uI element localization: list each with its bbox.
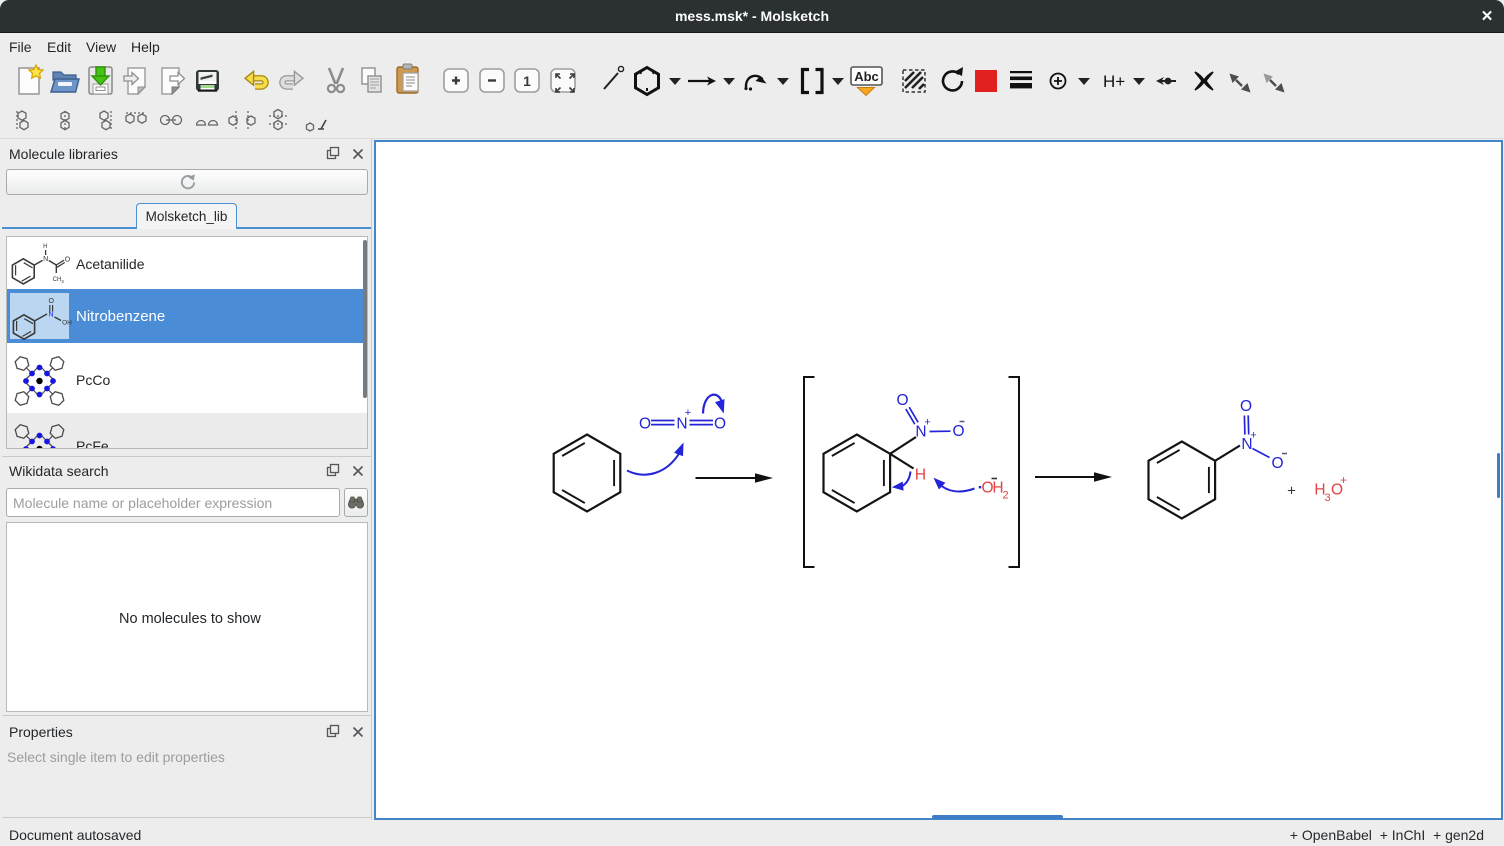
svg-text:O: O — [48, 298, 54, 305]
svg-text:Abc: Abc — [854, 69, 879, 84]
svg-text:O: O — [65, 257, 71, 264]
svg-text:+: + — [1287, 483, 1296, 500]
svg-text:3: 3 — [61, 279, 64, 284]
svg-text:N: N — [43, 256, 48, 263]
svg-text:O: O — [714, 416, 726, 433]
svg-text:N: N — [48, 312, 53, 319]
svg-text:OH: OH — [62, 320, 72, 327]
svg-text:H: H — [915, 467, 926, 484]
svg-text:CH: CH — [53, 277, 62, 283]
svg-text:H: H — [43, 244, 47, 250]
svg-text:O: O — [1271, 455, 1283, 472]
svg-text:+: + — [924, 417, 930, 429]
svg-text:2: 2 — [1002, 490, 1008, 502]
svg-text:+: + — [1250, 430, 1256, 442]
svg-text:1: 1 — [523, 73, 531, 89]
svg-text:O: O — [1240, 398, 1252, 415]
svg-text:+: + — [685, 407, 691, 419]
svg-text:+: + — [1340, 473, 1347, 487]
svg-text:O: O — [639, 416, 651, 433]
svg-text:H+: H+ — [1103, 72, 1125, 91]
svg-text:O: O — [952, 423, 964, 440]
svg-text:3: 3 — [1324, 492, 1330, 504]
svg-text:O: O — [896, 392, 908, 409]
